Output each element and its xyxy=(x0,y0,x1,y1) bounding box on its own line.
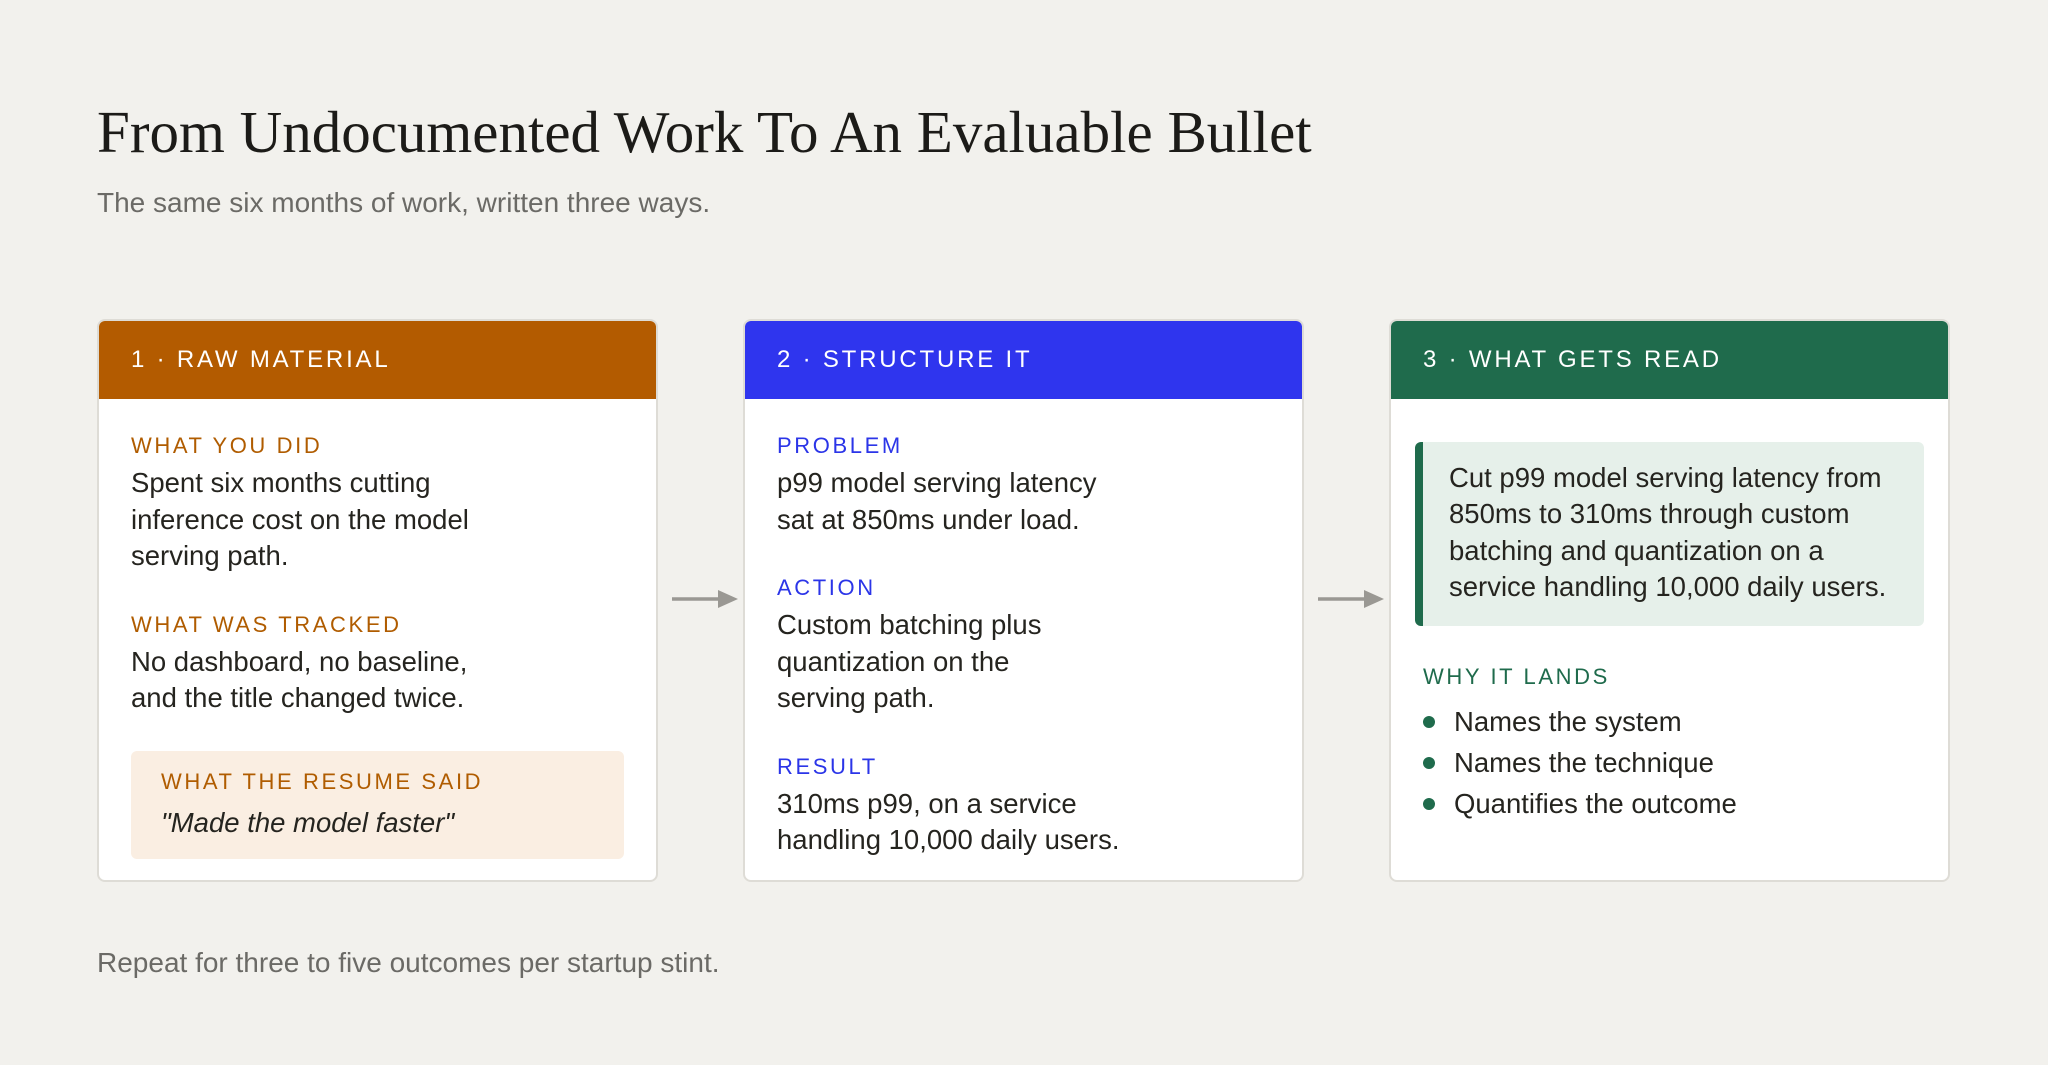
page-footer: Repeat for three to five outcomes per st… xyxy=(97,947,720,978)
list-item: Names the technique xyxy=(1423,743,1916,784)
final-bullet-text: Cut p99 model serving latency from 850ms… xyxy=(1449,462,1887,603)
bullet-dot-icon xyxy=(1423,798,1435,811)
why-it-lands-section: WHY IT LANDS Names the system Names the … xyxy=(1391,626,1948,825)
raw-material-header: 1 · RAW MATERIAL xyxy=(99,321,656,399)
raw-material-body: WHAT YOU DID Spent six months cutting in… xyxy=(99,399,656,859)
right-arrow-icon xyxy=(1318,590,1384,608)
what-you-did-label: WHAT YOU DID xyxy=(131,433,323,458)
what-you-did-text: Spent six months cutting inference cost … xyxy=(131,467,469,571)
canvas: From Undocumented Work To An Evaluable B… xyxy=(0,0,2048,1065)
structure-header: 2 · STRUCTURE IT xyxy=(745,321,1302,399)
reason-text: Names the system xyxy=(1454,706,1682,738)
raw-material-card: 1 · RAW MATERIAL WHAT YOU DID Spent six … xyxy=(97,319,658,882)
bullet-dot-icon xyxy=(1423,716,1435,729)
what-was-tracked-text: No dashboard, no baseline, and the title… xyxy=(131,645,468,714)
list-item: Quantifies the outcome xyxy=(1423,784,1916,825)
what-gets-read-card: 3 · WHAT GETS READ Cut p99 model serving… xyxy=(1389,319,1950,882)
what-gets-read-header: 3 · WHAT GETS READ xyxy=(1391,321,1948,399)
page-title: From Undocumented Work To An Evaluable B… xyxy=(97,99,1312,165)
final-bullet-box: Cut p99 model serving latency from 850ms… xyxy=(1415,442,1924,626)
right-arrow-icon xyxy=(672,590,738,608)
structure-body: PROBLEM p99 model serving latency sat at… xyxy=(745,399,1302,859)
reason-text: Names the technique xyxy=(1454,747,1714,779)
why-it-lands-label: WHY IT LANDS xyxy=(1423,663,1610,689)
problem-text: p99 model serving latency sat at 850ms u… xyxy=(777,467,1097,535)
problem-label: PROBLEM xyxy=(777,433,903,458)
bullet-dot-icon xyxy=(1423,757,1435,770)
reason-text: Quantifies the outcome xyxy=(1454,788,1737,820)
reasons-list: Names the system Names the technique Qua… xyxy=(1423,702,1916,825)
page-subtitle: The same six months of work, written thr… xyxy=(97,187,711,218)
resume-quote-box: WHAT THE RESUME SAID "Made the model fas… xyxy=(131,750,624,859)
result-label: RESULT xyxy=(777,753,878,779)
structure-card: 2 · STRUCTURE IT PROBLEM p99 model servi… xyxy=(743,319,1304,882)
action-text: Custom batching plus quantization on the… xyxy=(777,609,1042,713)
action-label: ACTION xyxy=(777,575,876,600)
resume-quote-text: "Made the model faster" xyxy=(161,806,455,838)
resume-quote-label: WHAT THE RESUME SAID xyxy=(161,768,484,794)
what-was-tracked-label: WHAT WAS TRACKED xyxy=(131,611,402,637)
list-item: Names the system xyxy=(1423,702,1916,743)
result-text: 310ms p99, on a service handling 10,000 … xyxy=(777,787,1120,856)
